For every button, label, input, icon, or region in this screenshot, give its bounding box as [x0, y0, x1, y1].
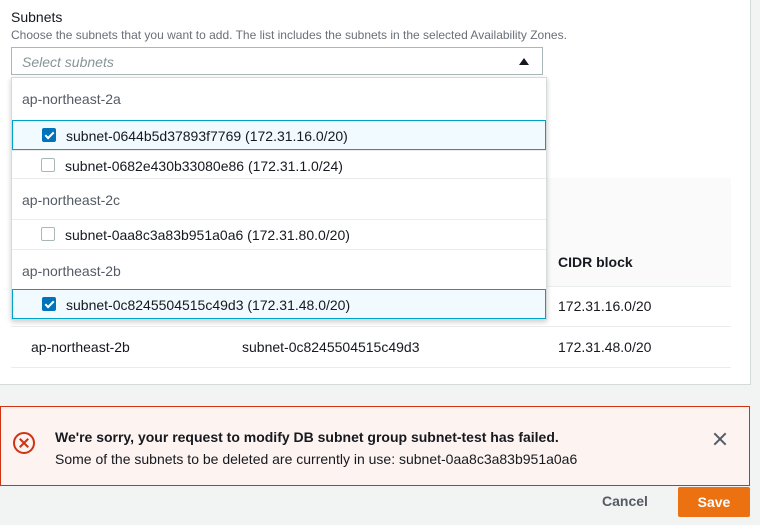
- cell-cidr: 172.31.16.0/20: [558, 298, 652, 314]
- error-flashbar: We're sorry, your request to modify DB s…: [0, 406, 750, 486]
- table-row: ap-northeast-2b subnet-0c8245504515c49d3…: [11, 327, 731, 368]
- checkbox[interactable]: [42, 297, 56, 311]
- option-subnet[interactable]: subnet-0aa8c3a83b951a0a6 (172.31.80.0/20…: [12, 219, 546, 249]
- subnets-panel: Subnets Choose the subnets that you want…: [0, 0, 751, 385]
- subnets-select[interactable]: Select subnets: [11, 47, 543, 75]
- option-subnet[interactable]: subnet-0682e430b33080e86 (172.31.1.0/24): [12, 150, 546, 180]
- error-message: Some of the subnets to be deleted are cu…: [55, 451, 578, 467]
- checkbox[interactable]: [42, 128, 56, 142]
- subnets-dropdown: ap-northeast-2a subnet-0644b5d37893f7769…: [11, 77, 547, 320]
- column-header-cidr: CIDR block: [558, 254, 633, 270]
- option-subnet[interactable]: subnet-0644b5d37893f7769 (172.31.16.0/20…: [12, 120, 546, 150]
- option-label: subnet-0aa8c3a83b951a0a6 (172.31.80.0/20…: [65, 227, 350, 243]
- checkbox[interactable]: [41, 158, 55, 172]
- group-header-ap-northeast-2b: ap-northeast-2b: [12, 249, 546, 289]
- caret-up-icon[interactable]: [519, 58, 529, 65]
- option-label: subnet-0c8245504515c49d3 (172.31.48.0/20…: [66, 297, 351, 313]
- error-icon: [13, 432, 35, 454]
- error-title: We're sorry, your request to modify DB s…: [55, 429, 559, 445]
- group-header-ap-northeast-2c: ap-northeast-2c: [12, 178, 546, 218]
- option-label: subnet-0644b5d37893f7769 (172.31.16.0/20…: [66, 128, 348, 144]
- save-button[interactable]: Save: [678, 487, 750, 517]
- cell-az: ap-northeast-2b: [31, 339, 130, 355]
- subnets-description: Choose the subnets that you want to add.…: [11, 28, 567, 42]
- option-label: subnet-0682e430b33080e86 (172.31.1.0/24): [65, 158, 343, 174]
- cell-cidr: 172.31.48.0/20: [558, 339, 652, 355]
- cancel-button[interactable]: Cancel: [590, 488, 660, 514]
- select-placeholder: Select subnets: [22, 54, 114, 70]
- group-header-ap-northeast-2a: ap-northeast-2a: [22, 91, 121, 107]
- cell-subnet: subnet-0c8245504515c49d3: [242, 339, 420, 355]
- subnets-label: Subnets: [11, 9, 63, 25]
- checkbox[interactable]: [41, 227, 55, 241]
- close-icon[interactable]: [713, 432, 727, 446]
- option-subnet[interactable]: subnet-0c8245504515c49d3 (172.31.48.0/20…: [12, 289, 546, 319]
